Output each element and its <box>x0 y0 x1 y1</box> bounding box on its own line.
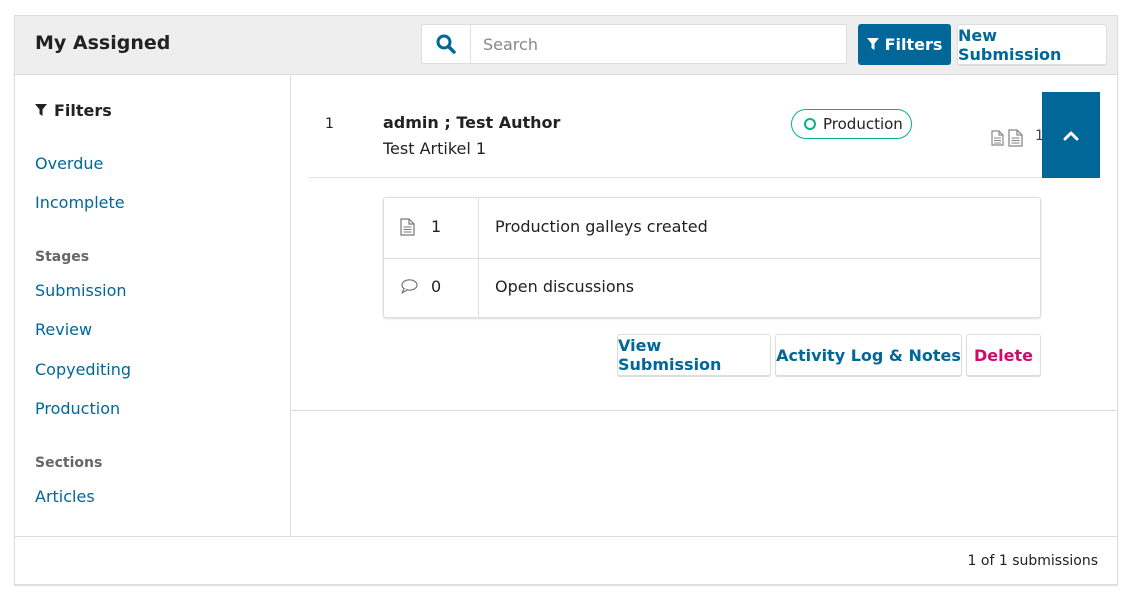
stage-circle-icon <box>804 118 816 130</box>
filters-heading: Filters <box>35 101 112 120</box>
galleys-count: 1 <box>431 217 442 236</box>
panel-header: My Assigned Filters New Submission <box>15 16 1117 75</box>
delete-button[interactable]: Delete <box>966 334 1041 376</box>
list-footer: 1 of 1 submissions <box>15 536 1117 585</box>
filter-section-articles[interactable]: Articles <box>35 487 95 506</box>
search-box <box>421 24 865 64</box>
list-divider <box>291 410 1117 411</box>
search-input[interactable] <box>471 25 865 63</box>
filters-sidebar: Filters Overdue Incomplete Stages Submis… <box>15 75 291 536</box>
pagination-summary: 1 of 1 submissions <box>967 553 1098 569</box>
discussions-count: 0 <box>431 277 442 296</box>
details-row-discussions: 0 Open discussions <box>384 258 1040 318</box>
filters-button-label: Filters <box>884 35 943 54</box>
document-icon <box>400 218 415 236</box>
document-icon <box>1008 129 1023 147</box>
submission-id: 1 <box>325 116 334 132</box>
filter-stage-submission[interactable]: Submission <box>35 281 127 300</box>
chevron-up-icon <box>1063 131 1079 140</box>
filter-stage-review[interactable]: Review <box>35 320 92 339</box>
submission-details: 1 Production galleys created 0 Open disc… <box>383 197 1041 318</box>
file-icons <box>991 129 1023 147</box>
collapse-button[interactable] <box>1042 92 1100 178</box>
search-icon <box>436 34 456 54</box>
details-icon-cell: 0 <box>384 258 479 318</box>
page-title: My Assigned <box>35 32 171 54</box>
submission-list: 1 admin ; Test Author Test Artikel 1 Pro… <box>291 75 1117 536</box>
stage-label: Production <box>823 115 903 133</box>
speech-bubble-icon <box>401 279 418 294</box>
discussions-label: Open discussions <box>495 277 635 296</box>
search-button[interactable] <box>422 25 471 63</box>
galleys-label: Production galleys created <box>495 217 708 236</box>
filters-button[interactable]: Filters <box>858 24 951 65</box>
document-icon <box>991 130 1004 146</box>
submission-title: Test Artikel 1 <box>383 139 487 158</box>
filter-icon <box>35 104 47 116</box>
filter-stage-production[interactable]: Production <box>35 399 120 418</box>
new-submission-button[interactable]: New Submission <box>957 24 1107 65</box>
activity-log-button[interactable]: Activity Log & Notes <box>775 334 962 376</box>
filter-stage-copyediting[interactable]: Copyediting <box>35 360 131 379</box>
submissions-panel: My Assigned Filters New Submission Filte… <box>14 15 1118 585</box>
stages-group-label: Stages <box>35 249 90 265</box>
filter-incomplete[interactable]: Incomplete <box>35 193 125 212</box>
stage-badge: Production <box>791 109 912 139</box>
row-divider <box>308 177 1042 178</box>
details-row-galleys: 1 Production galleys created <box>384 198 1040 259</box>
submission-authors: admin ; Test Author <box>383 113 561 132</box>
filters-heading-label: Filters <box>54 101 112 120</box>
sections-group-label: Sections <box>35 455 103 471</box>
view-submission-button[interactable]: View Submission <box>617 334 771 376</box>
details-icon-cell: 1 <box>384 198 479 258</box>
filter-overdue[interactable]: Overdue <box>35 154 103 173</box>
filter-icon <box>866 38 879 50</box>
